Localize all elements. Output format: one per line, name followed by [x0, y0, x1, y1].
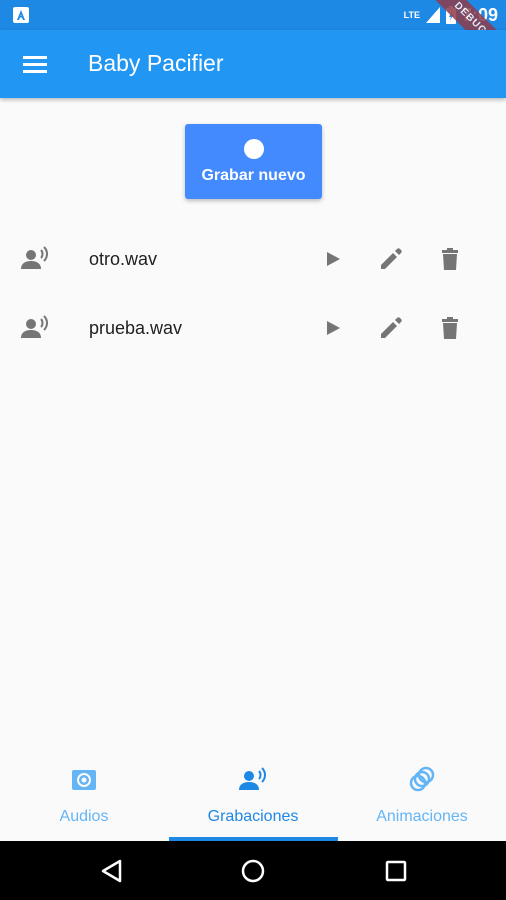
page-title: Baby Pacifier [88, 50, 224, 76]
back-icon[interactable] [99, 858, 125, 884]
record-icon [243, 138, 264, 159]
list-item: otro.wav [0, 231, 506, 287]
edit-icon[interactable] [376, 244, 406, 274]
record-voice-icon [21, 246, 48, 269]
speaker-icon [72, 770, 96, 790]
record-voice-icon [239, 767, 266, 790]
menu-icon[interactable] [20, 50, 50, 78]
record-voice-icon [21, 315, 48, 338]
recording-name: prueba.wav [89, 318, 183, 338]
edit-icon[interactable] [376, 313, 406, 343]
bottom-navigation: Audios Grabaciones Animaciones [0, 752, 506, 841]
home-icon[interactable] [240, 858, 266, 884]
tab-grabaciones[interactable]: Grabaciones [169, 752, 337, 841]
play-icon[interactable] [318, 313, 348, 343]
network-type: LTE [403, 10, 420, 20]
tab-audios-label: Audios [59, 808, 109, 825]
tab-audios[interactable]: Audios [0, 752, 168, 841]
status-bar: LTE 7:09 DEBUG [0, 0, 506, 84]
delete-icon[interactable] [435, 244, 465, 274]
tab-grabaciones-label: Grabaciones [207, 808, 299, 825]
tab-animaciones-label: Animaciones [376, 808, 468, 825]
recents-icon[interactable] [383, 858, 409, 884]
record-new-button[interactable]: Grabar nuevo [185, 124, 322, 199]
list-item: prueba.wav [0, 300, 506, 356]
system-navigation-bar [0, 841, 506, 900]
animation-icon [409, 766, 435, 792]
tab-animaciones[interactable]: Animaciones [338, 752, 506, 841]
signal-icon [425, 7, 440, 23]
recording-name: otro.wav [89, 249, 158, 269]
notification-icon [13, 7, 29, 23]
app-bar: Baby Pacifier [0, 30, 506, 98]
delete-icon[interactable] [435, 313, 465, 343]
record-new-label: Grabar nuevo [201, 166, 306, 184]
play-icon[interactable] [318, 244, 348, 274]
